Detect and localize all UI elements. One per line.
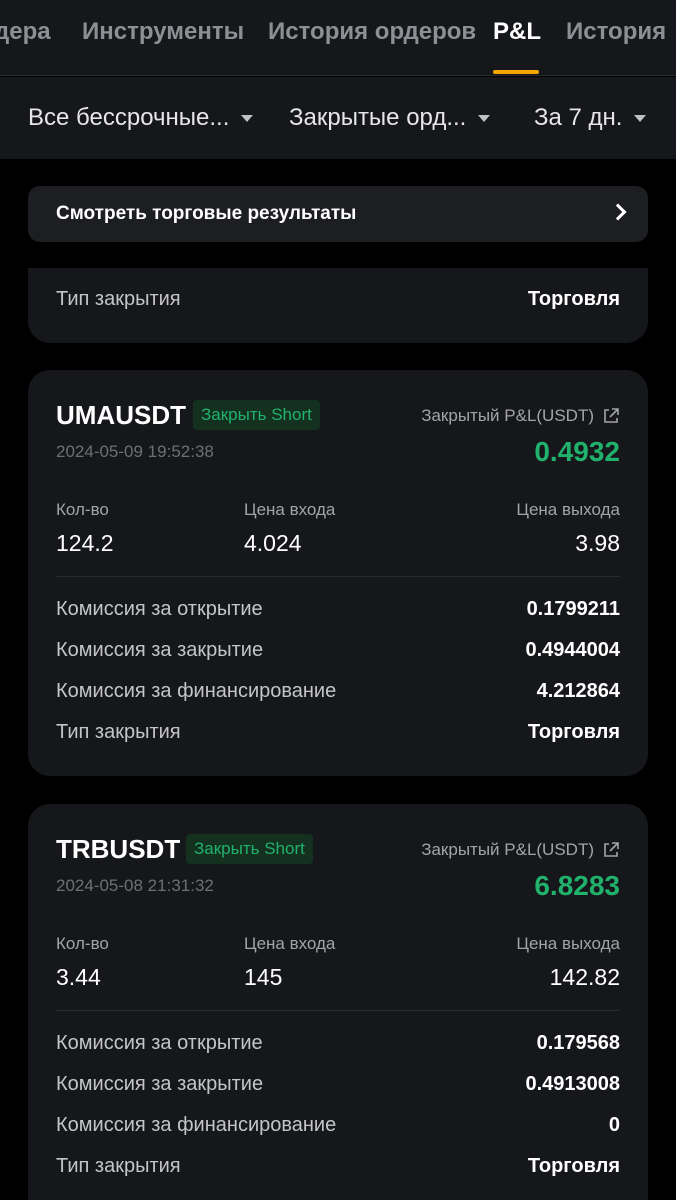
entry-price-value: 145 xyxy=(244,964,283,990)
close-type-label: Тип закрытия xyxy=(56,721,181,743)
timestamp: 2024-05-09 19:52:38 xyxy=(56,442,214,461)
order-card-partial: Тип закрытия Торговля xyxy=(28,268,648,343)
funding-fee-value: 0 xyxy=(608,1114,620,1136)
closed-pnl-label-text: Закрытый P&L(USDT) xyxy=(421,840,594,859)
entry-price-label: Цена входа xyxy=(244,934,336,953)
open-fee-label: Комиссия за открытие xyxy=(56,598,263,620)
close-type-label: Тип закрытия xyxy=(56,1155,181,1177)
open-fee-value: 0.1799211 xyxy=(526,598,620,620)
side-badge: Закрыть Short xyxy=(186,834,313,864)
closed-pnl-label-text: Закрытый P&L(USDT) xyxy=(421,406,594,425)
view-trading-results-banner[interactable]: Смотреть торговые результаты xyxy=(28,186,648,242)
close-fee-value: 0.4944004 xyxy=(525,639,620,661)
external-link-icon[interactable] xyxy=(602,841,620,859)
exit-price-column: Цена выхода 3.98 xyxy=(516,500,620,557)
funding-fee-label: Комиссия за финансирование xyxy=(56,1114,337,1136)
open-fee-label: Комиссия за открытие xyxy=(56,1032,263,1054)
contract-type-filter[interactable]: Все бессрочные... xyxy=(28,104,254,132)
period-filter-label: За 7 дн. xyxy=(534,104,623,131)
symbol: UMAUSDT xyxy=(56,400,186,430)
caret-down-icon xyxy=(478,114,491,122)
quantity-column: Кол-во 124.2 xyxy=(56,500,114,557)
entry-price-column: Цена входа 145 xyxy=(244,934,335,991)
close-fee-row: Комиссия за закрытие 0.4913008 xyxy=(56,1073,620,1096)
quantity-label: Кол-во xyxy=(56,934,109,953)
active-tab-indicator xyxy=(493,70,539,74)
closed-pnl-value: 6.8283 xyxy=(534,870,620,901)
funding-fee-label: Комиссия за финансирование xyxy=(56,680,337,702)
funding-fee-row: Комиссия за финансирование 4.212864 xyxy=(56,680,620,703)
close-type-row: Тип закрытия Торговля xyxy=(56,721,620,744)
tab-order-history[interactable]: История ордеров xyxy=(268,18,476,46)
closed-pnl-label: Закрытый P&L(USDT) xyxy=(421,406,620,426)
close-type-label: Тип закрытия xyxy=(56,288,181,310)
funding-fee-row: Комиссия за финансирование 0 xyxy=(56,1114,620,1137)
close-fee-value: 0.4913008 xyxy=(525,1073,620,1095)
quantity-column: Кол-во 3.44 xyxy=(56,934,109,991)
chevron-right-icon xyxy=(609,203,627,221)
quantity-value: 3.44 xyxy=(56,964,101,990)
exit-price-column: Цена выхода 142.82 xyxy=(516,934,620,991)
tab-instruments[interactable]: Инструменты xyxy=(82,18,244,46)
contract-type-filter-label: Все бессрочные... xyxy=(28,104,230,131)
entry-price-column: Цена входа 4.024 xyxy=(244,500,335,557)
filter-bar: Все бессрочные... Закрытые орд... За 7 д… xyxy=(0,77,676,159)
entry-price-value: 4.024 xyxy=(244,530,302,556)
divider xyxy=(56,576,620,577)
close-fee-label: Комиссия за закрытие xyxy=(56,1073,264,1095)
side-badge: Закрыть Short xyxy=(193,400,320,430)
order-status-filter-label: Закрытые орд... xyxy=(289,104,467,131)
top-tab-bar: дера Инструменты История ордеров P&L Ист… xyxy=(0,0,676,76)
caret-down-icon xyxy=(241,114,254,122)
close-fee-row: Комиссия за закрытие 0.4944004 xyxy=(56,639,620,662)
exit-price-value: 142.82 xyxy=(549,964,620,990)
external-link-icon[interactable] xyxy=(602,407,620,425)
timestamp: 2024-05-08 21:31:32 xyxy=(56,876,214,895)
closed-pnl-value: 0.4932 xyxy=(534,436,620,467)
close-type-value: Торговля xyxy=(527,288,620,310)
open-fee-row: Комиссия за открытие 0.179568 xyxy=(56,1032,620,1055)
quantity-label: Кол-во xyxy=(56,500,109,519)
close-type-value: Торговля xyxy=(527,1155,620,1177)
exit-price-label: Цена выхода xyxy=(516,500,620,519)
period-filter[interactable]: За 7 дн. xyxy=(534,104,647,132)
tab-history[interactable]: История xyxy=(566,18,666,46)
open-fee-row: Комиссия за открытие 0.1799211 xyxy=(56,598,620,621)
exit-price-label: Цена выхода xyxy=(516,934,620,953)
exit-price-value: 3.98 xyxy=(575,530,620,556)
order-card[interactable]: UMAUSDT Закрыть Short 2024-05-09 19:52:3… xyxy=(28,370,648,776)
funding-fee-value: 4.212864 xyxy=(536,680,620,702)
symbol: TRBUSDT xyxy=(56,834,181,864)
caret-down-icon xyxy=(634,114,647,122)
entry-price-label: Цена входа xyxy=(244,500,336,519)
close-fee-label: Комиссия за закрытие xyxy=(56,639,264,661)
tab-leaders[interactable]: дера xyxy=(0,18,51,46)
order-status-filter[interactable]: Закрытые орд... xyxy=(289,104,491,132)
quantity-value: 124.2 xyxy=(56,530,114,556)
open-fee-value: 0.179568 xyxy=(536,1032,620,1054)
close-type-row: Тип закрытия Торговля xyxy=(56,1155,620,1178)
close-type-value: Торговля xyxy=(527,721,620,743)
close-type-row: Тип закрытия Торговля xyxy=(56,288,620,311)
divider xyxy=(56,1010,620,1011)
tab-pnl[interactable]: P&L xyxy=(493,18,541,46)
order-card[interactable]: TRBUSDT Закрыть Short 2024-05-08 21:31:3… xyxy=(28,804,648,1200)
banner-label: Смотреть торговые результаты xyxy=(56,203,357,224)
closed-pnl-label: Закрытый P&L(USDT) xyxy=(421,840,620,860)
